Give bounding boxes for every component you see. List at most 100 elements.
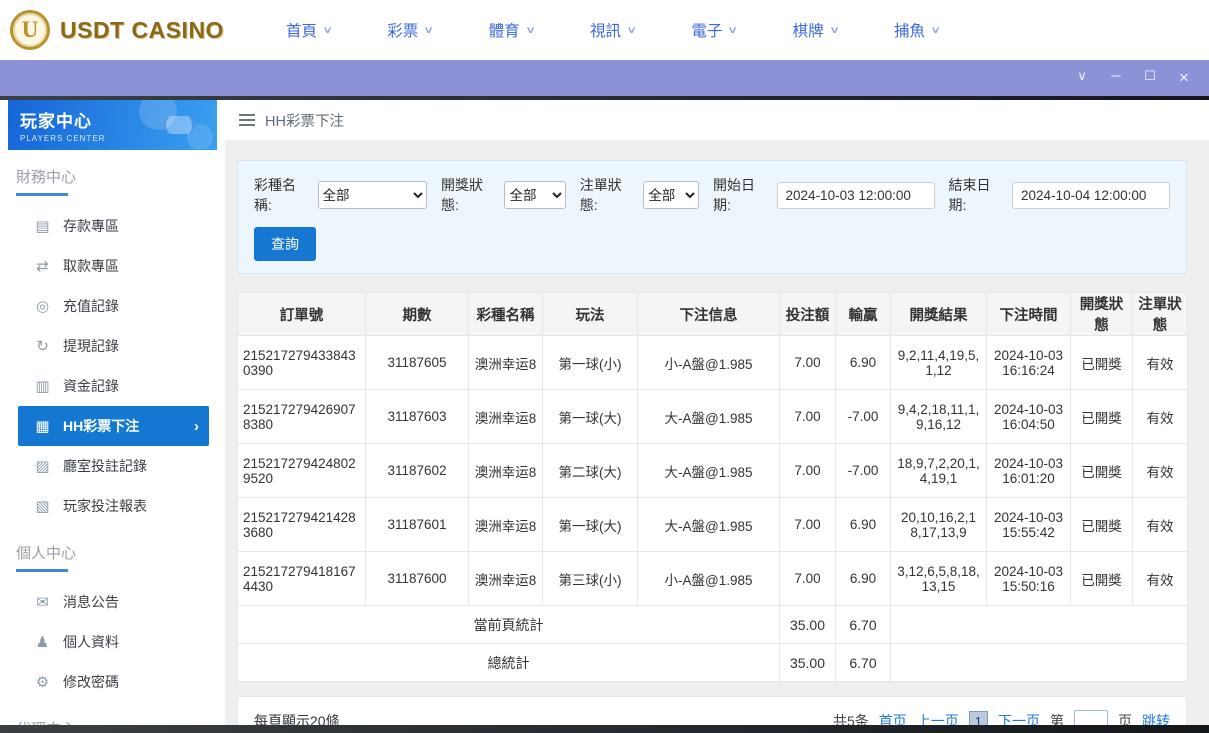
nav-live-video[interactable]: 視訊∨ xyxy=(590,19,635,41)
table-footer: 每頁顯示20條 共5条 首页 上一页 1 下一页 第 页 跳转 xyxy=(237,696,1187,725)
jump-button[interactable]: 跳转 xyxy=(1142,711,1170,726)
table-row: 2152172794269078380 31187603 澳洲幸运8 第一球(大… xyxy=(238,390,1188,444)
nav-slots-label: 電子 xyxy=(691,19,722,41)
sidebar-item-profile[interactable]: ♟ 個人資料 xyxy=(0,622,225,662)
sidebar-item-label: 存款專區 xyxy=(63,216,119,236)
window-maximize-button[interactable]: ☐ xyxy=(1133,68,1167,88)
cell-draw-status: 已開獎 xyxy=(1071,390,1133,444)
current-page-button[interactable]: 1 xyxy=(969,711,988,726)
sidebar-item-label: 取款專區 xyxy=(63,256,119,276)
draw-status-filter-select[interactable]: 全部 xyxy=(504,181,565,209)
start-date-input[interactable] xyxy=(777,182,935,209)
search-button[interactable]: 查詢 xyxy=(254,227,316,261)
player-center-banner: 玩家中心 PLAYERS CENTER xyxy=(8,100,217,150)
main-content: HH彩票下注 彩種名稱: 全部 開獎狀態: 全部 注單狀態: 全部 xyxy=(225,100,1209,725)
funds-record-icon: ▥ xyxy=(34,377,51,395)
filter-panel: 彩種名稱: 全部 開獎狀態: 全部 注單狀態: 全部 開始日期: 結束日期: xyxy=(237,160,1187,274)
sidebar-item-funds-record[interactable]: ▥ 資金記錄 xyxy=(0,366,225,406)
sidebar: 玩家中心 PLAYERS CENTER 財務中心 ▤ 存款專區 ⇄ 取款專區 ◎ xyxy=(0,100,225,725)
app-window: U USDT CASINO 首頁∨ 彩票∨ 體育∨ 視訊∨ 電子∨ 棋牌∨ 捕魚… xyxy=(0,0,1209,733)
cell-win-loss: -7.00 xyxy=(836,390,891,444)
hamburger-icon[interactable] xyxy=(239,114,255,126)
nav-home[interactable]: 首頁∨ xyxy=(286,19,331,41)
cell-period: 31187601 xyxy=(366,498,469,552)
nav-slots[interactable]: 電子 ∨ xyxy=(691,19,736,41)
report-icon: ▧ xyxy=(34,497,51,515)
chevron-right-icon: › xyxy=(194,418,199,435)
cell-period: 31187605 xyxy=(366,336,469,390)
col-header-result: 開獎結果 xyxy=(891,293,987,336)
cell-draw-result: 18,9,7,2,20,1,4,19,1 xyxy=(891,444,987,498)
bets-table-wrap: 訂單號 期數 彩種名稱 玩法 下注信息 投注額 輸贏 開獎結果 下注時間 開獎狀… xyxy=(237,292,1187,682)
next-page-link[interactable]: 下一页 xyxy=(998,711,1040,726)
cell-bet-info: 小-A盤@1.985 xyxy=(638,336,780,390)
sidebar-item-label: 資金記錄 xyxy=(63,376,119,396)
announcement-icon: ✉ xyxy=(34,593,51,611)
summary-win-total: 6.70 xyxy=(836,644,891,682)
col-header-play: 玩法 xyxy=(543,293,638,336)
window-controls: ∨ ─ ☐ × xyxy=(1065,68,1201,88)
cell-draw-status: 已開獎 xyxy=(1071,444,1133,498)
cell-bet-status: 有效 xyxy=(1133,336,1188,390)
end-date-input[interactable] xyxy=(1012,182,1170,209)
nav-chess[interactable]: 棋牌∨ xyxy=(793,19,838,41)
sidebar-item-hall-bet-record[interactable]: ▨ 廳室投註記錄 xyxy=(0,446,225,486)
chevron-down-icon: ∨ xyxy=(728,25,739,36)
nav-sports[interactable]: 體育 ∨ xyxy=(489,19,534,41)
cell-bet-time: 2024-10-03 15:55:42 xyxy=(987,498,1071,552)
sidebar-item-change-password[interactable]: ⚙ 修改密碼 xyxy=(0,662,225,702)
cell-order-number: 2152172794181674430 xyxy=(238,552,366,606)
lottery-filter-label: 彩種名稱: xyxy=(254,175,310,215)
sidebar-item-deposit[interactable]: ▤ 存款專區 xyxy=(0,206,225,246)
nav-fishing[interactable]: 捕魚∨ xyxy=(894,19,939,41)
sidebar-item-hh-lottery-bet[interactable]: ▦ HH彩票下注 › xyxy=(18,406,209,446)
cell-win-loss: 6.90 xyxy=(836,336,891,390)
cell-win-loss: -7.00 xyxy=(836,444,891,498)
sidebar-item-withdraw[interactable]: ⇄ 取款專區 xyxy=(0,246,225,286)
window-collapse-button[interactable]: ∨ xyxy=(1065,68,1099,88)
prev-page-link[interactable]: 上一页 xyxy=(917,711,959,726)
first-page-link[interactable]: 首页 xyxy=(879,711,907,726)
table-header-row: 訂單號 期數 彩種名稱 玩法 下注信息 投注額 輸贏 開獎結果 下注時間 開獎狀… xyxy=(238,293,1188,336)
bets-table: 訂單號 期數 彩種名稱 玩法 下注信息 投注額 輸贏 開獎結果 下注時間 開獎狀… xyxy=(237,292,1188,682)
cell-play-type: 第一球(小) xyxy=(543,336,638,390)
cell-win-loss: 6.90 xyxy=(836,498,891,552)
window-minimize-button[interactable]: ─ xyxy=(1099,68,1133,88)
nav-lottery-label: 彩票 xyxy=(387,19,418,41)
deposit-icon: ▤ xyxy=(34,217,51,235)
cashout-record-icon: ↻ xyxy=(34,337,51,355)
window-close-button[interactable]: × xyxy=(1167,68,1201,88)
cell-bet-status: 有效 xyxy=(1133,444,1188,498)
summary-bet-total: 35.00 xyxy=(780,644,836,682)
cell-period: 31187602 xyxy=(366,444,469,498)
main-nav: 首頁∨ 彩票∨ 體育∨ 視訊∨ 電子∨ 棋牌∨ 捕魚∨ xyxy=(286,19,939,41)
sidebar-item-label: 充值記錄 xyxy=(63,296,119,316)
chevron-down-icon: ∨ xyxy=(322,25,333,36)
chevron-down-icon: ∨ xyxy=(525,25,536,36)
cell-order-number: 2152172794248029520 xyxy=(238,444,366,498)
jump-page-input[interactable] xyxy=(1074,710,1108,725)
bet-status-filter-label: 注單狀態: xyxy=(580,175,636,215)
summary-empty xyxy=(891,644,1188,682)
logo[interactable]: U USDT CASINO xyxy=(10,10,224,50)
col-header-lottery: 彩種名稱 xyxy=(469,293,543,336)
col-header-winloss: 輸贏 xyxy=(836,293,891,336)
cell-lottery-name: 澳洲幸运8 xyxy=(469,444,543,498)
cell-period: 31187600 xyxy=(366,552,469,606)
nav-lottery[interactable]: 彩票∨ xyxy=(387,19,432,41)
lottery-filter-select[interactable]: 全部 xyxy=(318,181,427,209)
sidebar-item-recharge-record[interactable]: ◎ 充值記錄 xyxy=(0,286,225,326)
bet-status-filter-select[interactable]: 全部 xyxy=(643,181,699,209)
sidebar-item-cashout-record[interactable]: ↻ 提現記錄 xyxy=(0,326,225,366)
cell-draw-result: 3,12,6,5,8,18,13,15 xyxy=(891,552,987,606)
sidebar-item-label: 修改密碼 xyxy=(63,672,119,692)
cell-bet-amount: 7.00 xyxy=(780,552,836,606)
cell-play-type: 第三球(小) xyxy=(543,552,638,606)
sidebar-item-player-bet-report[interactable]: ▧ 玩家投注報表 xyxy=(0,486,225,526)
cell-draw-status: 已開獎 xyxy=(1071,552,1133,606)
jump-label-prefix: 第 xyxy=(1050,711,1064,726)
nav-sports-label: 體育 xyxy=(489,19,520,41)
end-date-label: 結束日期: xyxy=(949,175,1005,215)
sidebar-item-announcements[interactable]: ✉ 消息公告 xyxy=(0,582,225,622)
cell-bet-status: 有效 xyxy=(1133,498,1188,552)
